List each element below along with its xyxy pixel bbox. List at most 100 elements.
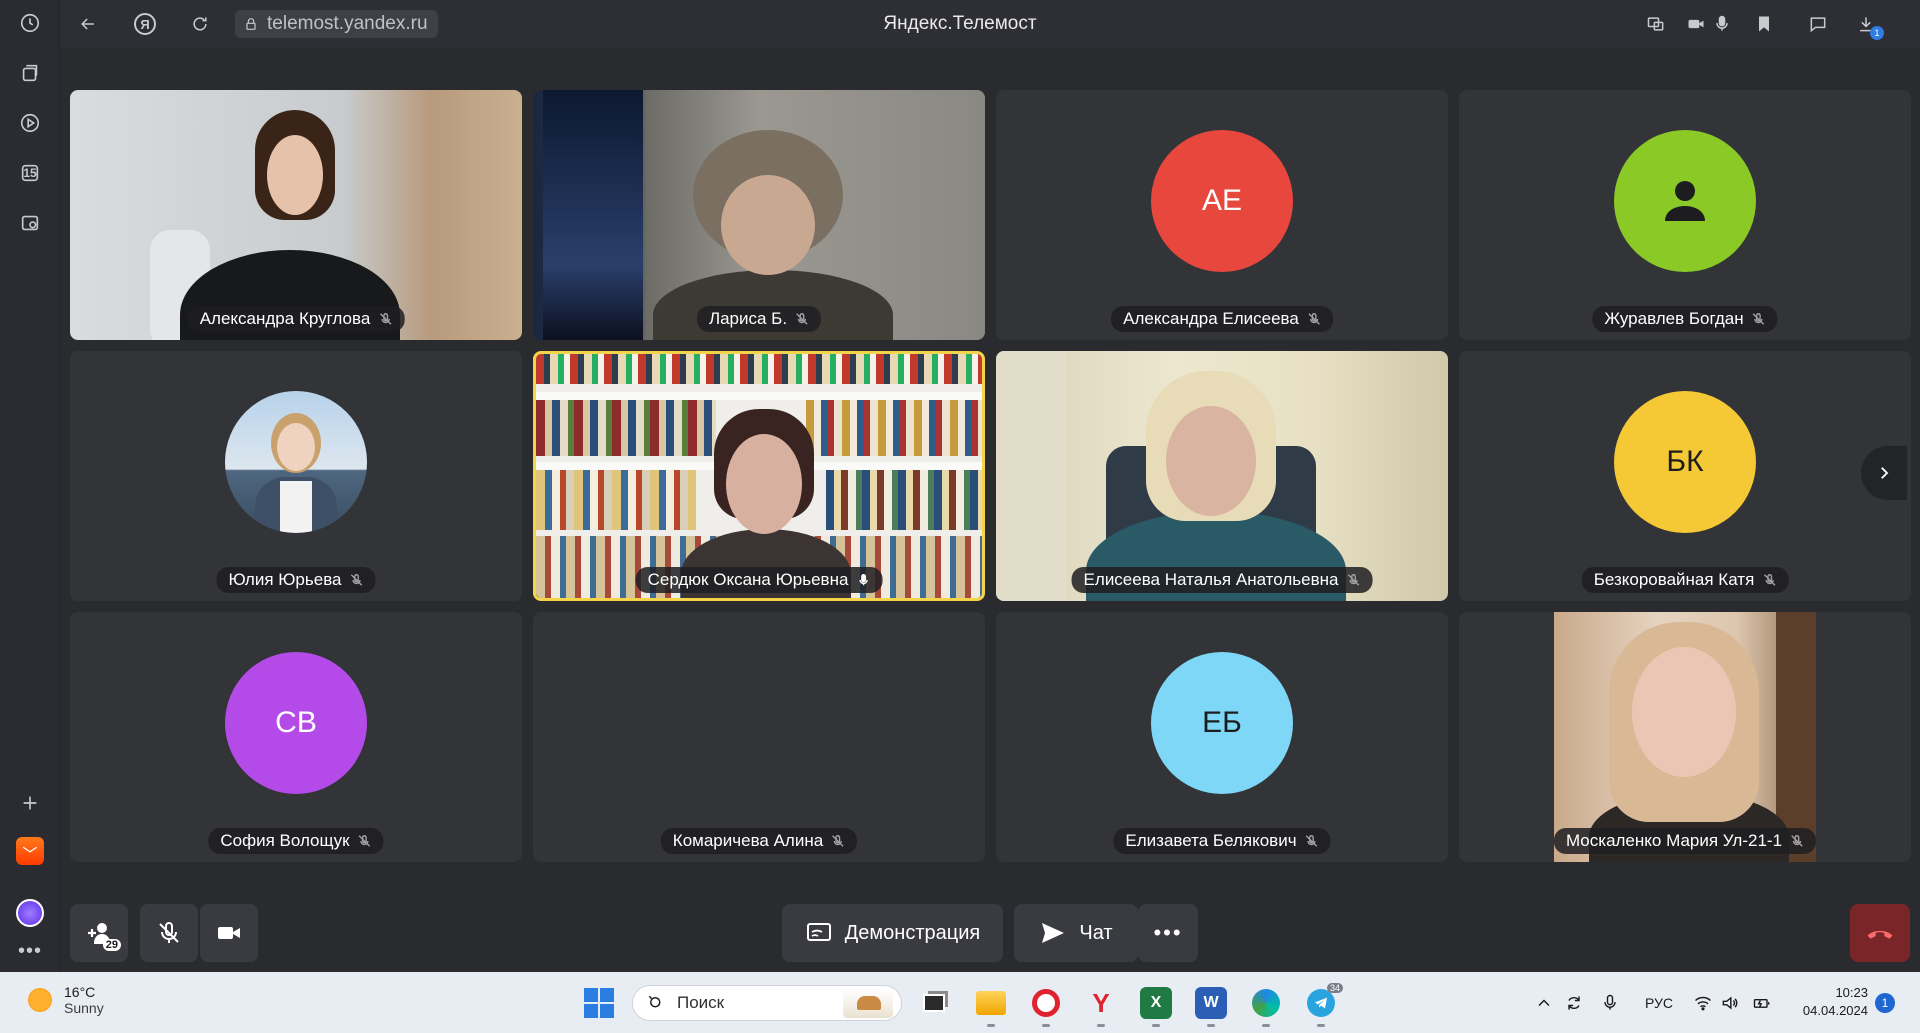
participants-button[interactable]: 29 — [70, 904, 128, 962]
camera-toggle-button[interactable] — [200, 904, 258, 962]
browser-topbar: Я telemost.yandex.ru Яндекс.Телемост 1 — [60, 0, 1920, 48]
participant-tile[interactable]: Комаричева Алина — [533, 612, 985, 862]
participant-tile[interactable]: БК Безкоровайная Катя — [1459, 351, 1911, 601]
history-icon[interactable] — [15, 8, 45, 38]
participant-tile[interactable]: АЕ Александра Елисеева — [996, 90, 1448, 340]
show-hidden-icons-chevron-icon[interactable] — [1534, 993, 1554, 1016]
video-play-icon[interactable] — [15, 108, 45, 138]
calendar-icon[interactable]: 15 — [15, 158, 45, 188]
taskbar-search[interactable]: Поиск — [632, 985, 902, 1021]
participant-tile[interactable]: Елисеева Наталья Анатольевна — [996, 351, 1448, 601]
participant-tile-active-speaker[interactable]: Сердюк Оксана Юрьевна — [533, 351, 985, 601]
screen-share-icon — [806, 923, 831, 941]
mic-muted-icon — [1308, 313, 1320, 325]
browser-sidebar: 15 ••• — [0, 0, 60, 972]
search-placeholder: Поиск — [677, 993, 725, 1012]
participant-tile[interactable]: Юлия Юрьева — [70, 351, 522, 601]
microphone-tray-icon[interactable] — [1600, 993, 1620, 1016]
weather-widget[interactable]: 16°C Sunny — [28, 984, 104, 1016]
participant-tile[interactable]: ЕБ Елизавета Белякович — [996, 612, 1448, 862]
participant-name: Сердюк Оксана Юрьевна — [647, 570, 849, 589]
chevron-right-icon — [1881, 467, 1889, 479]
participant-name: Александра Елисеева — [1123, 309, 1299, 328]
participant-nametag: Москаленко Мария Ул-21-1 — [1553, 828, 1817, 854]
opera-browser-icon[interactable] — [1030, 987, 1062, 1027]
participant-nametag: Лариса Б. — [696, 306, 822, 332]
participant-tile[interactable]: Лариса Б. — [533, 90, 985, 340]
add-icon[interactable] — [15, 788, 45, 818]
participant-avatar: АЕ — [1151, 130, 1293, 272]
more-options-button[interactable]: ••• — [1138, 904, 1198, 962]
battery-charging-icon[interactable] — [1752, 993, 1772, 1016]
participant-tile[interactable]: Москаленко Мария Ул-21-1 — [1459, 612, 1911, 862]
participant-nametag: Юлия Юрьева — [216, 567, 376, 593]
task-view-icon[interactable] — [918, 987, 950, 1019]
downloads-badge: 1 — [1870, 26, 1884, 40]
next-page-button[interactable] — [1861, 446, 1907, 500]
screen-share-button[interactable]: Демонстрация — [782, 904, 1003, 962]
participant-avatar — [1614, 130, 1756, 272]
user-icon — [1665, 181, 1705, 221]
participant-video — [996, 351, 1448, 601]
alice-assistant-icon[interactable] — [15, 898, 45, 928]
volume-icon[interactable] — [1720, 993, 1740, 1016]
participant-name: Журавлев Богдан — [1604, 309, 1744, 328]
participant-avatar: ЕБ — [1151, 652, 1293, 794]
avatar-initials: ЕБ — [1202, 706, 1242, 739]
participant-photo — [225, 391, 367, 533]
participant-avatar: СВ — [225, 652, 367, 794]
notification-badge[interactable]: 1 — [1875, 993, 1895, 1013]
participant-nametag: Журавлев Богдан — [1592, 306, 1778, 332]
collections-icon[interactable] — [15, 58, 45, 88]
participant-tile[interactable]: Журавлев Богдан — [1459, 90, 1911, 340]
participant-nametag: София Волощук — [208, 828, 384, 854]
mic-muted-icon — [350, 574, 363, 586]
screenshot-icon[interactable] — [15, 208, 45, 238]
input-language[interactable]: РУС — [1645, 995, 1673, 1011]
picture-in-picture-icon[interactable] — [1642, 10, 1670, 38]
mic-muted-icon — [1763, 574, 1776, 586]
calendar-day: 15 — [23, 166, 37, 180]
sync-icon[interactable] — [1564, 993, 1584, 1016]
end-call-button[interactable] — [1850, 904, 1910, 962]
mail-app-icon[interactable] — [15, 836, 45, 866]
downloads-icon[interactable]: 1 — [1852, 10, 1884, 40]
sun-icon — [28, 988, 52, 1012]
participant-name: Юлия Юрьева — [228, 570, 342, 589]
wifi-icon[interactable] — [1693, 993, 1713, 1016]
yandex-browser-icon[interactable]: Y — [1085, 987, 1117, 1027]
participant-name: Лариса Б. — [708, 309, 788, 328]
clock-time: 10:23 — [1835, 985, 1868, 1000]
participant-video — [70, 90, 522, 340]
mic-muted-icon — [159, 922, 179, 943]
participant-tile[interactable]: СВ София Волощук — [70, 612, 522, 862]
participant-avatar: БК — [1614, 391, 1756, 533]
chat-label: Чат — [1079, 921, 1113, 944]
weather-condition: Sunny — [64, 1000, 104, 1016]
participant-video — [533, 90, 985, 340]
excel-icon[interactable]: X — [1140, 987, 1172, 1027]
word-icon[interactable]: W — [1195, 987, 1227, 1027]
participant-nametag: Комаричева Алина — [660, 828, 858, 854]
screen-share-label: Демонстрация — [844, 921, 981, 944]
mic-muted-icon — [1791, 835, 1803, 847]
system-clock[interactable]: 10:23 04.04.2024 — [1788, 984, 1868, 1020]
start-button[interactable] — [584, 988, 614, 1018]
edge-browser-icon[interactable] — [1250, 987, 1282, 1027]
microphone-toggle-button[interactable] — [140, 904, 198, 962]
participant-tile[interactable]: Александра Круглова — [70, 90, 522, 340]
file-explorer-icon[interactable] — [975, 987, 1007, 1027]
more-icon[interactable]: ••• — [15, 936, 45, 966]
mic-muted-icon — [832, 835, 844, 847]
feedback-icon[interactable] — [1804, 10, 1832, 38]
send-icon — [1042, 923, 1065, 943]
camera-indicator-icon[interactable] — [1682, 10, 1710, 38]
more-dots-icon: ••• — [1153, 920, 1183, 945]
participants-count: 29 — [102, 939, 121, 951]
telegram-icon[interactable]: 34 — [1305, 983, 1343, 1027]
microphone-indicator-icon[interactable] — [1708, 10, 1736, 38]
search-highlight-icon — [843, 990, 893, 1018]
participant-name: Москаленко Мария Ул-21-1 — [1565, 831, 1783, 850]
bookmark-icon[interactable] — [1750, 10, 1778, 38]
chat-button[interactable]: Чат — [1014, 904, 1138, 962]
